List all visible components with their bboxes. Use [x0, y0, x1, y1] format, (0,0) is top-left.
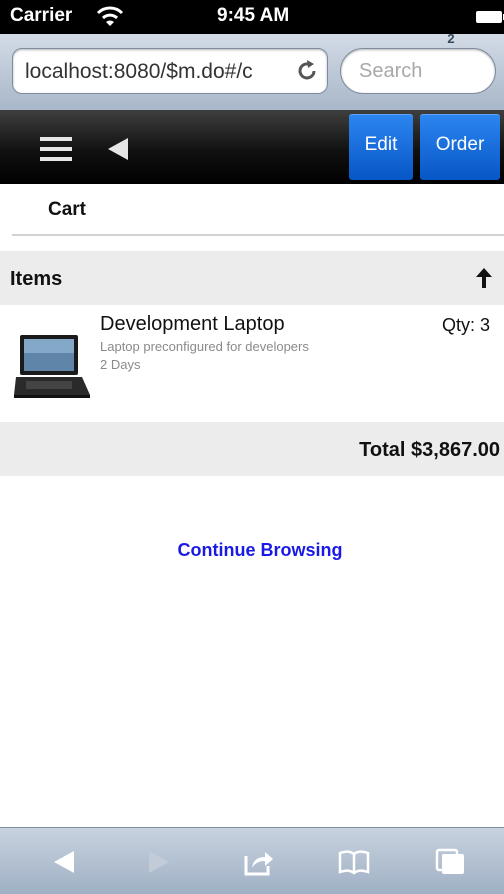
browser-forward-icon[interactable] — [143, 848, 175, 876]
page-title: Cart — [48, 199, 87, 220]
browser-bottom-bar — [0, 827, 504, 894]
items-header-label: Items — [10, 268, 63, 290]
back-arrow-icon[interactable] — [104, 135, 132, 163]
bookmarks-icon[interactable] — [338, 848, 370, 876]
item-description: Laptop preconfigured for developers — [100, 339, 309, 354]
search-input[interactable] — [357, 59, 485, 84]
status-bar: Carrier 9:45 AM — [0, 0, 504, 34]
menu-icon[interactable] — [40, 137, 72, 161]
cart-item-row[interactable]: Development Laptop Laptop preconfigured … — [0, 305, 504, 405]
search-field[interactable] — [340, 48, 496, 94]
tabs-icon[interactable] — [435, 848, 467, 876]
items-section-header: Items — [0, 251, 504, 305]
reload-icon[interactable] — [295, 59, 319, 83]
url-field[interactable]: localhost:8080/$m.do#/c — [12, 48, 328, 94]
item-duration: 2 Days — [100, 357, 141, 372]
item-quantity: Qty: 3 — [442, 315, 491, 335]
order-button[interactable]: Order — [420, 114, 500, 180]
battery-icon — [476, 11, 504, 23]
browser-back-icon[interactable] — [48, 848, 80, 876]
title-divider — [12, 234, 504, 236]
continue-browsing-link[interactable]: Continue Browsing — [0, 540, 504, 561]
tabs-count: 2 — [447, 31, 455, 46]
browser-address-bar: localhost:8080/$m.do#/c — [0, 34, 504, 111]
carrier-label: Carrier — [10, 5, 73, 26]
laptop-image — [14, 335, 90, 398]
wifi-icon — [96, 6, 124, 26]
cart-total: Total $3,867.00 — [359, 439, 500, 461]
item-name: Development Laptop — [100, 313, 285, 335]
total-bar: Total $3,867.00 — [0, 422, 504, 476]
share-icon[interactable] — [243, 848, 275, 876]
clock: 9:45 AM — [217, 5, 290, 26]
url-text[interactable]: localhost:8080/$m.do#/c — [25, 60, 295, 84]
sort-up-arrow-icon[interactable] — [474, 267, 494, 289]
edit-button[interactable]: Edit — [349, 114, 413, 180]
